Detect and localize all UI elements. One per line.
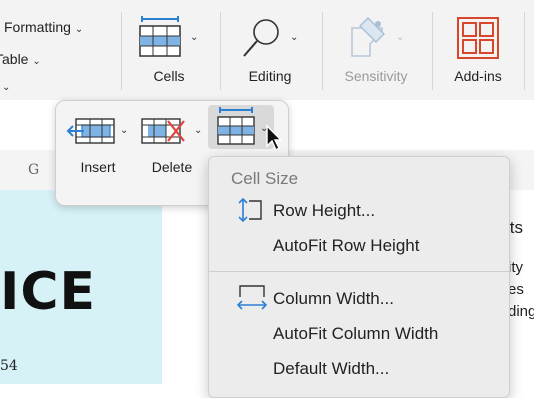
menu-item-column-width[interactable]: Column Width... xyxy=(209,281,509,315)
ribbon-divider xyxy=(220,12,221,90)
menu-item-label: AutoFit Column Width xyxy=(273,324,439,343)
menu-separator xyxy=(209,271,509,272)
add-ins-grid-icon xyxy=(457,17,499,59)
sensitivity-group-button: ⌄ Sensitivity xyxy=(328,8,424,92)
ribbon-divider xyxy=(322,12,323,90)
row-height-icon xyxy=(238,197,262,223)
sensitivity-tag-icon xyxy=(351,17,385,57)
table-label: Table xyxy=(0,51,29,67)
chevron-down-icon: ⌄ xyxy=(120,125,129,136)
menu-item-label: AutoFit Row Height xyxy=(273,236,420,255)
column-letter-g[interactable]: G xyxy=(28,162,39,178)
cell-text-partial: es xyxy=(508,281,524,298)
delete-label: Delete xyxy=(151,159,193,175)
insert-label: Insert xyxy=(80,159,116,175)
chevron-down-icon: ⌄ xyxy=(32,56,41,67)
chevron-down-icon: ⌄ xyxy=(74,24,84,35)
ribbon-divider xyxy=(432,12,433,90)
ribbon-divider xyxy=(524,12,525,90)
editing-label: Editing xyxy=(248,68,292,84)
menu-item-autofit-column-width[interactable]: AutoFit Column Width xyxy=(209,316,509,350)
menu-item-label: Default Width... xyxy=(273,359,390,378)
menu-item-label: Row Height... xyxy=(273,201,376,220)
insert-cells-button[interactable]: ⌄ Insert xyxy=(64,111,136,183)
magnifier-icon xyxy=(243,19,279,57)
cell-text-partial: ding xyxy=(508,303,534,320)
cell-number-text: 54 xyxy=(0,358,18,374)
menu-item-label: Column Width... xyxy=(273,289,394,308)
add-ins-button[interactable]: Add-ins xyxy=(440,8,516,92)
sensitivity-label: Sensitivity xyxy=(344,68,408,84)
table-cells-icon xyxy=(139,16,181,57)
add-ins-label: Add-ins xyxy=(454,68,502,84)
chevron-down-icon: ⌄ xyxy=(290,32,299,43)
invoice-heading-text: ICE xyxy=(0,262,97,322)
menu-item-row-height[interactable]: Row Height... xyxy=(209,193,509,227)
cells-group-button[interactable]: ⌄ Cells xyxy=(124,8,214,92)
menu-item-autofit-row-height[interactable]: AutoFit Row Height xyxy=(209,228,509,262)
cells-label: Cells xyxy=(153,68,185,84)
delete-cells-icon xyxy=(141,118,185,144)
menu-section-header: Cell Size xyxy=(231,169,299,188)
column-width-icon xyxy=(236,285,268,310)
insert-cells-icon xyxy=(66,118,115,144)
mouse-cursor-icon xyxy=(266,124,283,152)
conditional-formatting-button[interactable]: Formatting ⌄ xyxy=(4,19,83,35)
cell-text-partial: ity xyxy=(508,259,523,276)
chevron-down-icon[interactable]: ⌄ xyxy=(2,82,10,93)
chevron-down-icon: ⌄ xyxy=(396,32,405,43)
format-as-table-button[interactable]: Table ⌄ xyxy=(0,51,41,67)
delete-cells-button[interactable]: ⌄ Delete xyxy=(138,111,210,183)
menu-item-default-width[interactable]: Default Width... xyxy=(209,351,509,385)
format-dropdown-menu: Cell Size Row Height... AutoFit Row Heig… xyxy=(208,156,510,398)
format-cells-icon xyxy=(217,107,255,145)
ribbon-divider xyxy=(121,12,122,90)
editing-group-button[interactable]: ⌄ Editing xyxy=(228,8,312,92)
chevron-down-icon: ⌄ xyxy=(190,32,199,43)
formatting-label: Formatting xyxy=(4,19,71,35)
chevron-down-icon: ⌄ xyxy=(194,125,203,136)
